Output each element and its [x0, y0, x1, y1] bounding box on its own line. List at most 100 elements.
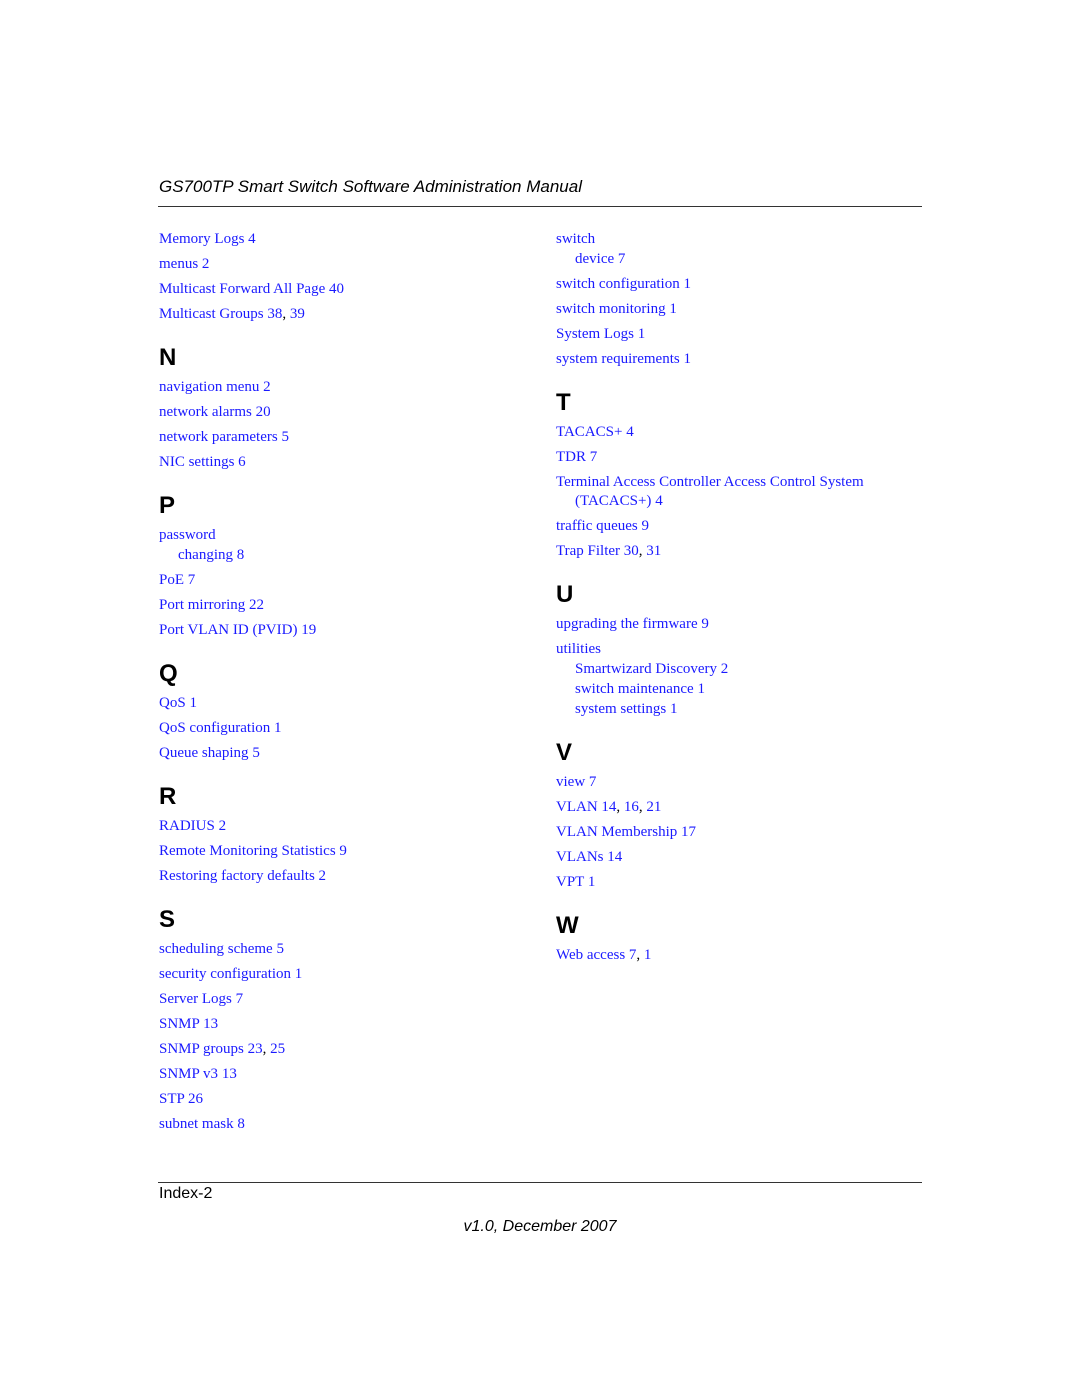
entry-term[interactable]: password [159, 527, 216, 543]
page-link[interactable]: 6 [238, 454, 246, 470]
page-link[interactable]: 23 [248, 1041, 263, 1057]
page-link[interactable]: 21 [646, 799, 661, 815]
index-entry[interactable]: view 7 [556, 773, 936, 792]
index-entry[interactable]: Web access 7, 1 [556, 946, 936, 965]
page-link[interactable]: 2 [219, 818, 227, 834]
entry-term[interactable]: Port mirroring [159, 597, 245, 613]
page-link[interactable]: 1 [189, 695, 197, 711]
page-link[interactable]: 5 [281, 429, 289, 445]
entry-term[interactable]: Port VLAN ID (PVID) [159, 622, 297, 638]
index-entry[interactable]: Port mirroring 22 [159, 596, 539, 615]
index-entry[interactable]: Restoring factory defaults 2 [159, 867, 539, 886]
entry-term[interactable]: TACACS+ [556, 424, 622, 440]
page-link[interactable]: 31 [646, 543, 661, 559]
index-entry[interactable]: Multicast Groups 38, 39 [159, 305, 539, 324]
index-entry[interactable]: upgrading the firmware 9 [556, 615, 936, 634]
page-link[interactable]: 1 [644, 947, 652, 963]
entry-term[interactable]: SNMP v3 [159, 1066, 218, 1082]
index-entry[interactable]: VLAN Membership 17 [556, 823, 936, 842]
entry-term[interactable]: subnet mask [159, 1116, 234, 1132]
page-link[interactable]: 7 [236, 991, 244, 1007]
page-link[interactable]: 2 [263, 379, 271, 395]
page-link[interactable]: 9 [642, 518, 650, 534]
entry-term[interactable]: navigation menu [159, 379, 259, 395]
index-entry[interactable]: traffic queues 9 [556, 517, 936, 536]
entry-term[interactable]: Remote Monitoring Statistics [159, 843, 336, 859]
index-entry[interactable]: utilities Smartwizard Discovery 2 switch m… [556, 640, 936, 719]
index-entry[interactable]: navigation menu 2 [159, 378, 539, 397]
entry-term[interactable]: VLAN Membership [556, 824, 677, 840]
index-entry[interactable]: TDR 7 [556, 448, 936, 467]
entry-term[interactable]: STP [159, 1091, 184, 1107]
page-link[interactable]: 1 [697, 681, 705, 697]
entry-term[interactable]: Multicast Forward All Page [159, 281, 325, 297]
entry-term-wrap[interactable]: (TACACS+) [575, 493, 651, 509]
entry-term[interactable]: VPT [556, 874, 584, 890]
entry-term-continued[interactable]: (TACACS+) 4 [556, 492, 936, 511]
index-entry[interactable]: NIC settings 6 [159, 453, 539, 472]
page-link[interactable]: 8 [237, 547, 245, 563]
page-link[interactable]: 5 [252, 745, 260, 761]
page-link[interactable]: 1 [295, 966, 303, 982]
entry-term[interactable]: TDR [556, 449, 586, 465]
entry-term[interactable]: menus [159, 256, 198, 272]
entry-term[interactable]: Memory Logs [159, 231, 244, 247]
entry-term[interactable]: VLAN [556, 799, 598, 815]
entry-term[interactable]: Restoring factory defaults [159, 868, 315, 884]
index-entry[interactable]: Server Logs 7 [159, 990, 539, 1009]
page-link[interactable]: 30 [624, 543, 639, 559]
entry-term[interactable]: SNMP groups [159, 1041, 244, 1057]
page-link[interactable]: 5 [276, 941, 284, 957]
index-subentry[interactable]: changing 8 [159, 546, 539, 565]
subentry-term[interactable]: system settings [575, 701, 666, 717]
entry-term[interactable]: SNMP [159, 1016, 199, 1032]
page-link[interactable]: 39 [290, 306, 305, 322]
page-link[interactable]: 1 [588, 874, 596, 890]
index-subentry[interactable]: Smartwizard Discovery 2 [556, 660, 936, 679]
index-entry[interactable]: PoE 7 [159, 571, 539, 590]
subentry-term[interactable]: switch maintenance [575, 681, 694, 697]
page-link[interactable]: 7 [590, 449, 598, 465]
page-link[interactable]: 4 [248, 231, 256, 247]
entry-term[interactable]: Queue shaping [159, 745, 249, 761]
index-entry[interactable]: subnet mask 8 [159, 1115, 539, 1134]
index-entry[interactable]: Multicast Forward All Page 40 [159, 280, 539, 299]
entry-term[interactable]: scheduling scheme [159, 941, 273, 957]
index-entry[interactable]: system requirements 1 [556, 350, 936, 369]
index-entry[interactable]: STP 26 [159, 1090, 539, 1109]
page-link[interactable]: 2 [721, 661, 729, 677]
entry-term[interactable]: switch configuration [556, 276, 680, 292]
entry-term[interactable]: network alarms [159, 404, 252, 420]
page-link[interactable]: 40 [329, 281, 344, 297]
page-link[interactable]: 22 [249, 597, 264, 613]
page-link[interactable]: 8 [237, 1116, 245, 1132]
page-link[interactable]: 20 [256, 404, 271, 420]
entry-term[interactable]: QoS [159, 695, 186, 711]
index-entry[interactable]: switch device 7 [556, 230, 936, 269]
entry-term[interactable]: upgrading the firmware [556, 616, 698, 632]
page-link[interactable]: 7 [589, 774, 597, 790]
entry-term[interactable]: PoE [159, 572, 184, 588]
entry-term[interactable]: switch monitoring [556, 301, 666, 317]
index-entry[interactable]: scheduling scheme 5 [159, 940, 539, 959]
page-link[interactable]: 17 [681, 824, 696, 840]
index-entry[interactable]: network parameters 5 [159, 428, 539, 447]
entry-term[interactable]: system requirements [556, 351, 680, 367]
page-link[interactable]: 19 [301, 622, 316, 638]
page-link[interactable]: 1 [669, 301, 677, 317]
entry-term[interactable]: Server Logs [159, 991, 232, 1007]
page-link[interactable]: 4 [655, 493, 663, 509]
index-entry[interactable]: Trap Filter 30, 31 [556, 542, 936, 561]
entry-term[interactable]: network parameters [159, 429, 278, 445]
index-entry[interactable]: VPT 1 [556, 873, 936, 892]
index-entry[interactable]: network alarms 20 [159, 403, 539, 422]
page-link[interactable]: 13 [222, 1066, 237, 1082]
entry-term[interactable]: NIC settings [159, 454, 234, 470]
page-link[interactable]: 38 [267, 306, 282, 322]
index-entry[interactable]: TACACS+ 4 [556, 423, 936, 442]
entry-term[interactable]: System Logs [556, 326, 634, 342]
entry-term[interactable]: security configuration [159, 966, 291, 982]
page-link[interactable]: 1 [274, 720, 282, 736]
index-subentry[interactable]: device 7 [556, 250, 936, 269]
index-entry[interactable]: password changing 8 [159, 526, 539, 565]
